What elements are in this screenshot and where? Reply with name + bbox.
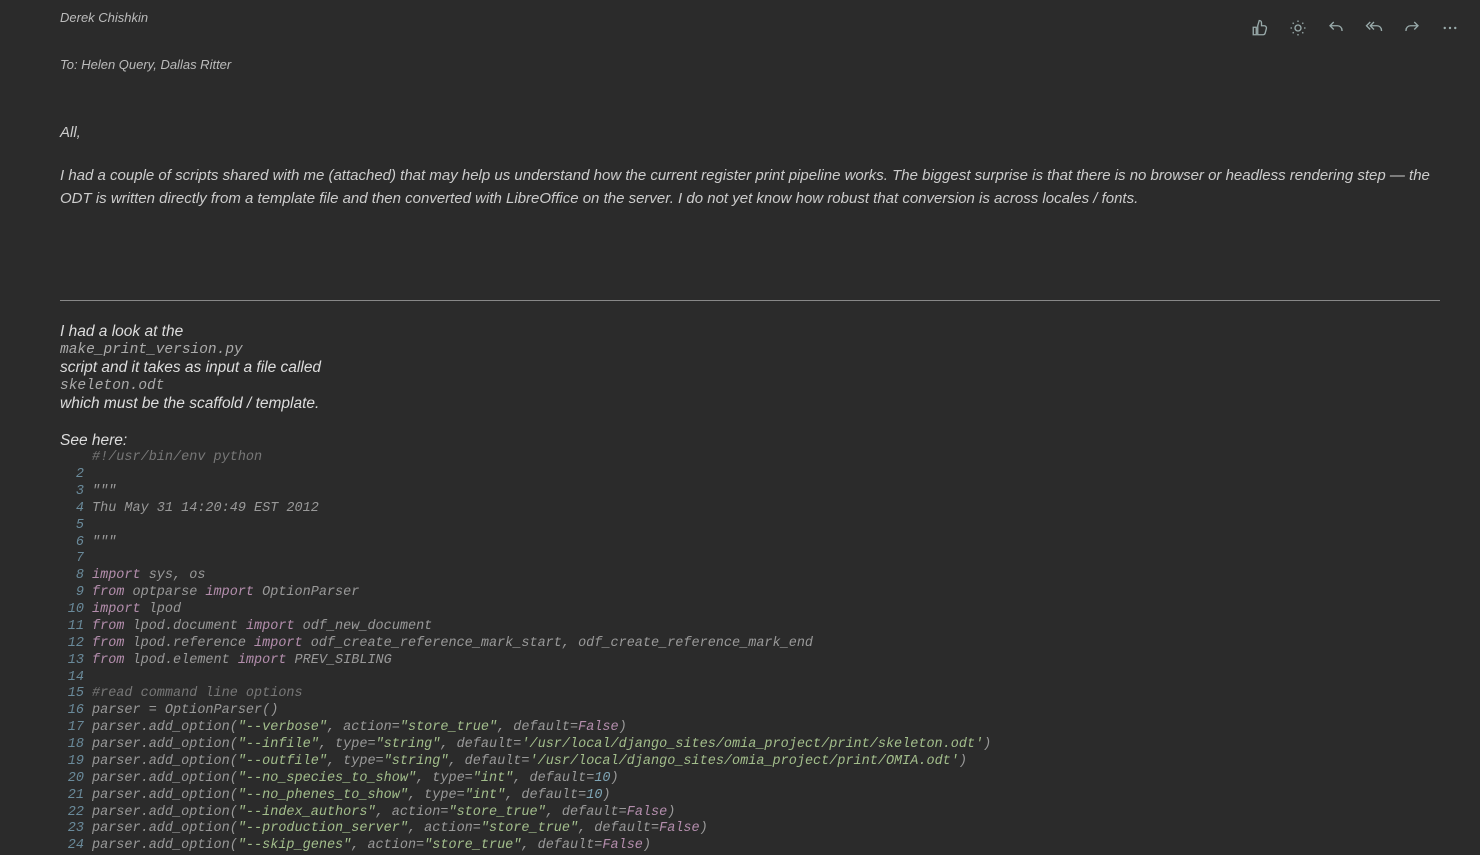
code-line: 7: [60, 551, 1440, 568]
line-number: 24: [60, 838, 84, 855]
code-text: """: [92, 484, 1440, 501]
code-text: parser.add_option("--production_server",…: [92, 821, 1440, 838]
message-content: Derek Chishkin To: Helen Query, Dallas R…: [60, 10, 1440, 855]
code-line: 11 from lpod.document import odf_new_docu…: [60, 619, 1440, 636]
filename-1: make_print_version.py: [60, 342, 1440, 359]
code-text: #!/usr/bin/env python: [92, 450, 1440, 467]
code-line: 24 parser.add_option("--skip_genes", acti…: [60, 838, 1440, 855]
line-number: 22: [60, 805, 84, 822]
code-text: from optparse import OptionParser: [92, 585, 1440, 602]
code-line: 20 parser.add_option("--no_species_to_sho…: [60, 771, 1440, 788]
code-line: #!/usr/bin/env python: [60, 450, 1440, 467]
code-text: parser = OptionParser(): [92, 703, 1440, 720]
filename-2: skeleton.odt: [60, 378, 1440, 395]
code-text: Thu May 31 14:20:49 EST 2012: [92, 501, 1440, 518]
code-text: [92, 467, 1440, 484]
code-line: 16 parser = OptionParser(): [60, 703, 1440, 720]
to-label: To:: [60, 57, 81, 72]
code-text: [92, 670, 1440, 687]
code-text: from lpod.document import odf_new_docume…: [92, 619, 1440, 636]
code-line: 13 from lpod.element import PREV_SIBLING: [60, 653, 1440, 670]
recipients: Helen Query, Dallas Ritter: [81, 57, 231, 72]
code-line: 5: [60, 518, 1440, 535]
line-number: 5: [60, 518, 84, 535]
line-number: 14: [60, 670, 84, 687]
code-text: parser.add_option("--skip_genes", action…: [92, 838, 1440, 855]
code-text: import lpod: [92, 602, 1440, 619]
greeting: All,: [60, 124, 1440, 141]
code-line: 15 #read command line options: [60, 686, 1440, 703]
code-line: 4 Thu May 31 14:20:49 EST 2012: [60, 501, 1440, 518]
line-number: 6: [60, 535, 84, 552]
separator: [60, 300, 1440, 301]
more-icon[interactable]: [1440, 18, 1460, 38]
line-number: 23: [60, 821, 84, 838]
intro-paragraph: I had a couple of scripts shared with me…: [60, 165, 1440, 210]
code-line: 22 parser.add_option("--index_authors", a…: [60, 805, 1440, 822]
code-line: 8 import sys, os: [60, 568, 1440, 585]
body-line-2: script and it takes as input a file call…: [60, 359, 1440, 378]
code-text: parser.add_option("--outfile", type="str…: [92, 754, 1440, 771]
line-number: 13: [60, 653, 84, 670]
code-text: #read command line options: [92, 686, 1440, 703]
code-line: 23 parser.add_option("--production_server…: [60, 821, 1440, 838]
code-line: 12 from lpod.reference import odf_create_…: [60, 636, 1440, 653]
line-number: 8: [60, 568, 84, 585]
line-number: 3: [60, 484, 84, 501]
line-number: 10: [60, 602, 84, 619]
code-line: 17 parser.add_option("--verbose", action=…: [60, 720, 1440, 737]
code-text: parser.add_option("--no_species_to_show"…: [92, 771, 1440, 788]
code-line: 18 parser.add_option("--infile", type="st…: [60, 737, 1440, 754]
code-text: import sys, os: [92, 568, 1440, 585]
line-number: 18: [60, 737, 84, 754]
code-text: from lpod.element import PREV_SIBLING: [92, 653, 1440, 670]
code-text: parser.add_option("--index_authors", act…: [92, 805, 1440, 822]
code-text: parser.add_option("--no_phenes_to_show",…: [92, 788, 1440, 805]
code-line: 6 """: [60, 535, 1440, 552]
line-number: 2: [60, 467, 84, 484]
code-text: from lpod.reference import odf_create_re…: [92, 636, 1440, 653]
line-number: 19: [60, 754, 84, 771]
line-number: 20: [60, 771, 84, 788]
see-here: See here:: [60, 432, 1440, 451]
to-line: To: Helen Query, Dallas Ritter: [60, 57, 1440, 72]
line-number: 21: [60, 788, 84, 805]
code-text: """: [92, 535, 1440, 552]
line-number: 15: [60, 686, 84, 703]
code-line: 10 import lpod: [60, 602, 1440, 619]
code-line: 2: [60, 467, 1440, 484]
code-text: [92, 551, 1440, 568]
code-text: [92, 518, 1440, 535]
body-text: I had a look at the make_print_version.p…: [60, 323, 1440, 450]
code-text: parser.add_option("--verbose", action="s…: [92, 720, 1440, 737]
code-text: parser.add_option("--infile", type="stri…: [92, 737, 1440, 754]
line-number: 7: [60, 551, 84, 568]
line-number: 16: [60, 703, 84, 720]
author-name: Derek Chishkin: [60, 10, 1440, 25]
body-line-1: I had a look at the: [60, 323, 1440, 342]
line-number: [60, 450, 84, 467]
body-line-3: which must be the scaffold / template.: [60, 395, 1440, 414]
code-line: 9 from optparse import OptionParser: [60, 585, 1440, 602]
line-number: 9: [60, 585, 84, 602]
line-number: 4: [60, 501, 84, 518]
line-number: 11: [60, 619, 84, 636]
code-line: 19 parser.add_option("--outfile", type="s…: [60, 754, 1440, 771]
line-number: 17: [60, 720, 84, 737]
code-line: 3 """: [60, 484, 1440, 501]
line-number: 12: [60, 636, 84, 653]
code-line: 14: [60, 670, 1440, 687]
code-block: #!/usr/bin/env python 23 """ 4 Thu May 31 14…: [60, 450, 1440, 855]
code-line: 21 parser.add_option("--no_phenes_to_show…: [60, 788, 1440, 805]
